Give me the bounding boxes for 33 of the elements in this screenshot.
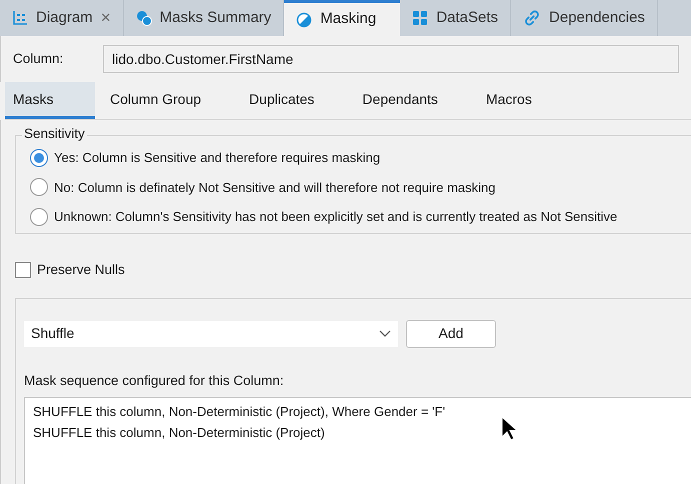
group-title: Sensitivity	[22, 127, 87, 140]
add-button[interactable]: Add	[406, 320, 496, 348]
tab[interactable]: Macros	[470, 82, 547, 119]
close-button[interactable]: ×	[100, 5, 111, 31]
document-tab[interactable]: DataSets	[400, 0, 512, 36]
document-tab[interactable]: Dependencies	[511, 0, 658, 36]
radio-label: No: Column is definately Not Sensitive and will therefore not require masking	[54, 178, 496, 197]
radio-button[interactable]	[30, 148, 48, 167]
tab[interactable]: Column Group	[95, 82, 216, 119]
mask-dropdown[interactable]: Shuffle	[24, 320, 398, 347]
document-tab[interactable]: Masking	[284, 0, 400, 36]
tab[interactable]: Duplicates	[234, 82, 330, 119]
column-label: Column:	[13, 50, 64, 68]
tab[interactable]: Masks	[5, 82, 95, 119]
column-field[interactable]: lido.dbo.Customer.FirstName	[103, 45, 679, 73]
link-icon	[523, 9, 542, 27]
mask-sequence-item[interactable]: SHUFFLE this column, Non-Deterministic (Project), Where Gender = 'F'	[33, 401, 446, 422]
checkbox-label: Preserve Nulls	[37, 260, 125, 278]
mouse-pointer-icon	[501, 416, 517, 442]
sequence-label: Mask sequence configured for this Column:	[24, 372, 285, 390]
half-circle-icon	[296, 12, 312, 28]
radio-button[interactable]	[30, 178, 48, 196]
checkbox[interactable]	[15, 262, 31, 278]
chevron-down-icon	[379, 330, 391, 338]
pills-icon	[136, 10, 152, 26]
radio-label: Yes: Column is Sensitive and therefore requires masking	[54, 149, 380, 167]
mask-sequence-item[interactable]: SHUFFLE this column, Non-Deterministic (Project)	[33, 422, 325, 443]
tab[interactable]: Dependants	[347, 82, 453, 119]
document-tab[interactable]: Diagram ×	[0, 0, 124, 36]
radio-button[interactable]	[30, 208, 48, 226]
chart-icon	[12, 10, 28, 26]
radio-label: Unknown: Column's Sensitivity has not been explicitly set and is currently treated as Not Sensitive	[54, 208, 618, 226]
grid-icon	[412, 10, 428, 26]
